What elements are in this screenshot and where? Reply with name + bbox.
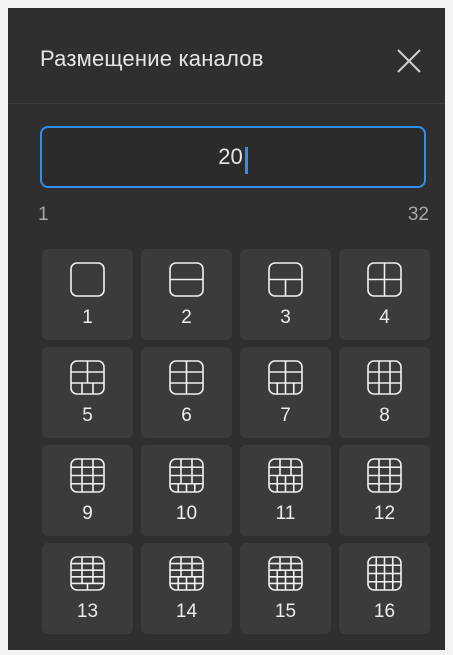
layout-option-9[interactable]: 9	[42, 445, 133, 536]
layout-5-icon	[70, 360, 105, 395]
layout-13-icon	[70, 556, 105, 591]
layout-option-7[interactable]: 7	[240, 347, 331, 438]
layout-10-icon	[169, 458, 204, 493]
channel-count-input[interactable]: 20	[40, 126, 426, 188]
layout-grid: 1 2 3 4 5 6 7 8 9 10 11 12 13 14 15 16	[42, 249, 430, 634]
layout-2-icon	[169, 262, 204, 297]
layout-option-label: 2	[181, 307, 192, 328]
layout-option-1[interactable]: 1	[42, 249, 133, 340]
text-caret	[244, 146, 248, 174]
layout-option-label: 13	[76, 601, 99, 622]
range-min-label: 1	[38, 204, 49, 225]
layout-option-label: 1	[82, 307, 93, 328]
layout-7-icon	[268, 360, 303, 395]
layout-option-label: 9	[82, 503, 93, 524]
dialog-title: Размещение каналов	[40, 46, 264, 71]
layout-option-14[interactable]: 14	[141, 543, 232, 634]
layout-option-8[interactable]: 8	[339, 347, 430, 438]
layout-11-icon	[268, 458, 303, 493]
layout-option-label: 11	[275, 503, 296, 524]
layout-option-label: 15	[274, 601, 297, 622]
close-icon[interactable]	[394, 46, 424, 76]
layout-15-icon	[268, 556, 303, 591]
layout-option-5[interactable]: 5	[42, 347, 133, 438]
layout-option-16[interactable]: 16	[339, 543, 430, 634]
layout-option-2[interactable]: 2	[141, 249, 232, 340]
layout-option-4[interactable]: 4	[339, 249, 430, 340]
layout-option-label: 8	[379, 405, 390, 426]
layout-16-icon	[367, 556, 402, 591]
channel-layout-dialog: Размещение каналов 20 1 32 1 2 3 4 5 6 7 8 9 10 11…	[8, 8, 445, 650]
channel-count-value: 20	[218, 144, 243, 169]
layout-option-label: 6	[181, 405, 192, 426]
layout-1-icon	[70, 262, 105, 297]
layout-option-label: 14	[175, 601, 198, 622]
layout-option-3[interactable]: 3	[240, 249, 331, 340]
layout-option-11[interactable]: 11	[240, 445, 331, 536]
layout-option-10[interactable]: 10	[141, 445, 232, 536]
layout-option-12[interactable]: 12	[339, 445, 430, 536]
layout-option-6[interactable]: 6	[141, 347, 232, 438]
dialog-header: Размещение каналов	[8, 8, 445, 104]
layout-12-icon	[367, 458, 402, 493]
layout-option-label: 10	[175, 503, 198, 524]
layout-option-label: 5	[82, 405, 93, 426]
layout-option-label: 4	[379, 307, 390, 328]
layout-option-label: 7	[280, 405, 291, 426]
layout-4-icon	[367, 262, 402, 297]
layout-option-label: 16	[373, 601, 396, 622]
layout-option-15[interactable]: 15	[240, 543, 331, 634]
layout-option-label: 12	[373, 503, 396, 524]
range-max-label: 32	[407, 204, 429, 225]
layout-3-icon	[268, 262, 303, 297]
layout-option-label: 3	[280, 307, 291, 328]
layout-option-13[interactable]: 13	[42, 543, 133, 634]
layout-8-icon	[367, 360, 402, 395]
layout-9-icon	[70, 458, 105, 493]
layout-6-icon	[169, 360, 204, 395]
layout-14-icon	[169, 556, 204, 591]
